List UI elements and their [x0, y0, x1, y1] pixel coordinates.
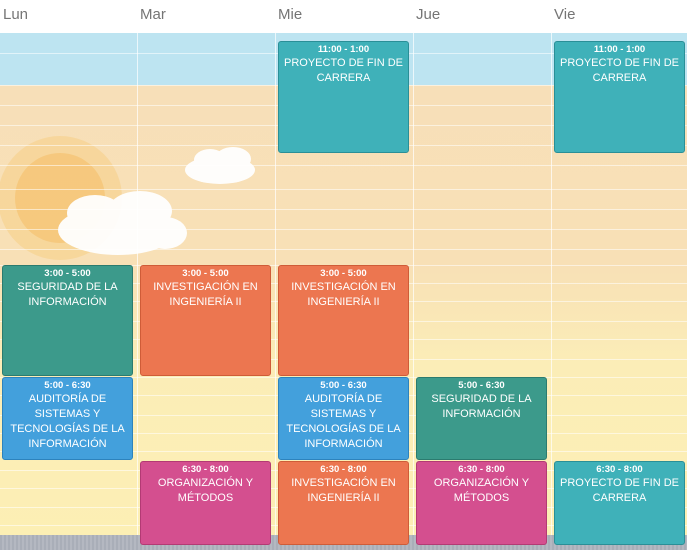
day-header-mie: Mie	[278, 6, 303, 23]
event-jue-seguridad-informacion[interactable]: 5:00 - 6:30 SEGURIDAD DE LA INFORMACIÓN	[416, 377, 547, 460]
cloud-icon	[58, 191, 187, 255]
day-header-mar: Mar	[140, 6, 166, 23]
event-vie-proyecto-fin-carrera[interactable]: 11:00 - 1:00 PROYECTO DE FIN DE CARRERA	[554, 41, 685, 153]
event-time: 5:00 - 6:30	[320, 380, 367, 391]
event-name: ORGANIZACIÓN Y MÉTODOS	[433, 477, 530, 504]
event-time: 11:00 - 1:00	[593, 44, 646, 55]
event-name: ORGANIZACIÓN Y MÉTODOS	[157, 477, 254, 504]
event-time: 6:30 - 8:00	[458, 464, 505, 475]
event-time: 3:00 - 5:00	[182, 268, 229, 279]
event-mie-investigacion-ingenieria-2[interactable]: 6:30 - 8:00 INVESTIGACIÓN EN INGENIERÍA …	[278, 461, 409, 545]
event-mie-investigacion-ingenieria[interactable]: 3:00 - 5:00 INVESTIGACIÓN EN INGENIERÍA …	[278, 265, 409, 376]
event-mar-organizacion-metodos[interactable]: 6:30 - 8:00 ORGANIZACIÓN Y MÉTODOS	[140, 461, 271, 545]
event-name: PROYECTO DE FIN DE CARRERA	[560, 477, 679, 504]
event-time: 3:00 - 5:00	[44, 268, 91, 279]
day-header-lun: Lun	[3, 6, 29, 23]
event-jue-organizacion-metodos[interactable]: 6:30 - 8:00 ORGANIZACIÓN Y MÉTODOS	[416, 461, 547, 545]
event-name: PROYECTO DE FIN DE CARRERA	[284, 57, 403, 84]
event-name: AUDITORÍA DE SISTEMAS Y TECNOLOGÍAS DE L…	[10, 393, 125, 450]
day-header-vie: Vie	[554, 6, 576, 23]
event-name: SEGURIDAD DE LA INFORMACIÓN	[17, 281, 118, 308]
event-name: SEGURIDAD DE LA INFORMACIÓN	[431, 393, 532, 420]
event-name: INVESTIGACIÓN EN INGENIERÍA II	[291, 477, 396, 504]
event-mar-investigacion-ingenieria[interactable]: 3:00 - 5:00 INVESTIGACIÓN EN INGENIERÍA …	[140, 265, 271, 376]
event-mie-proyecto-fin-carrera[interactable]: 11:00 - 1:00 PROYECTO DE FIN DE CARRERA	[278, 41, 409, 153]
event-time: 5:00 - 6:30	[458, 380, 505, 391]
event-name: INVESTIGACIÓN EN INGENIERÍA II	[153, 281, 258, 308]
event-name: AUDITORÍA DE SISTEMAS Y TECNOLOGÍAS DE L…	[286, 393, 401, 450]
event-mie-auditoria-sistemas[interactable]: 5:00 - 6:30 AUDITORÍA DE SISTEMAS Y TECN…	[278, 377, 409, 460]
event-lun-seguridad-informacion[interactable]: 3:00 - 5:00 SEGURIDAD DE LA INFORMACIÓN	[2, 265, 133, 376]
day-header-jue: Jue	[416, 6, 441, 23]
event-time: 5:00 - 6:30	[44, 380, 91, 391]
event-time: 6:30 - 8:00	[182, 464, 229, 475]
event-time: 11:00 - 1:00	[317, 44, 370, 55]
event-time: 6:30 - 8:00	[320, 464, 367, 475]
event-time: 6:30 - 8:00	[596, 464, 643, 475]
day-header: Lun Mar Mie Jue Vie	[0, 0, 687, 34]
event-name: PROYECTO DE FIN DE CARRERA	[560, 57, 679, 84]
event-vie-proyecto-fin-carrera-2[interactable]: 6:30 - 8:00 PROYECTO DE FIN DE CARRERA	[554, 461, 685, 545]
event-lun-auditoria-sistemas[interactable]: 5:00 - 6:30 AUDITORÍA DE SISTEMAS Y TECN…	[2, 377, 133, 460]
event-time: 3:00 - 5:00	[320, 268, 367, 279]
event-name: INVESTIGACIÓN EN INGENIERÍA II	[291, 281, 396, 308]
